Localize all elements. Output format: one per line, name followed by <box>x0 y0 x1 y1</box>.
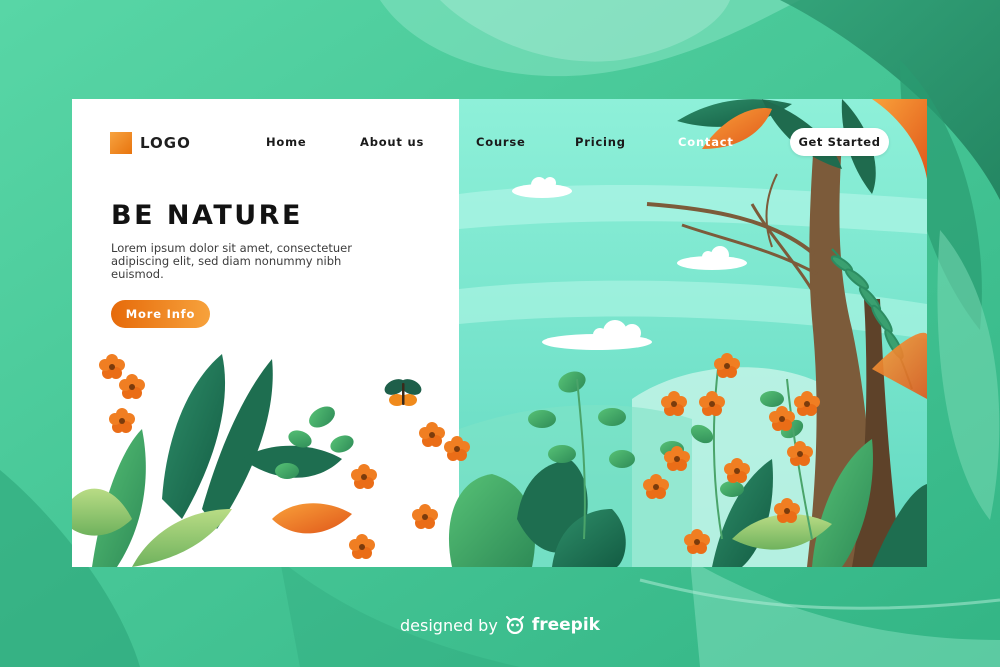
logo-text: LOGO <box>140 134 191 152</box>
hero-title: BE NATURE <box>111 200 303 231</box>
logo[interactable]: LOGO <box>110 132 191 154</box>
landing-page-card: LOGO Home About us Course Pricing Contac… <box>72 99 927 567</box>
nature-scene-illustration <box>72 99 927 567</box>
nav-contact[interactable]: Contact <box>678 135 734 149</box>
logo-mark-icon <box>110 132 132 154</box>
get-started-button[interactable]: Get Started <box>790 128 889 156</box>
designed-by-label: designed by <box>400 615 498 635</box>
more-info-button[interactable]: More Info <box>111 300 210 328</box>
hero-description: Lorem ipsum dolor sit amet, consectetuer… <box>111 241 352 281</box>
butterfly-illustration <box>384 379 422 406</box>
freepik-logo-icon <box>505 616 524 634</box>
nav-course[interactable]: Course <box>476 135 526 149</box>
freepik-brand-label[interactable]: freepik <box>532 615 600 635</box>
nav-pricing[interactable]: Pricing <box>575 135 626 149</box>
attribution-footer: designed by freepik <box>0 615 1000 635</box>
nav-about-us[interactable]: About us <box>360 135 424 149</box>
nav-home[interactable]: Home <box>266 135 307 149</box>
